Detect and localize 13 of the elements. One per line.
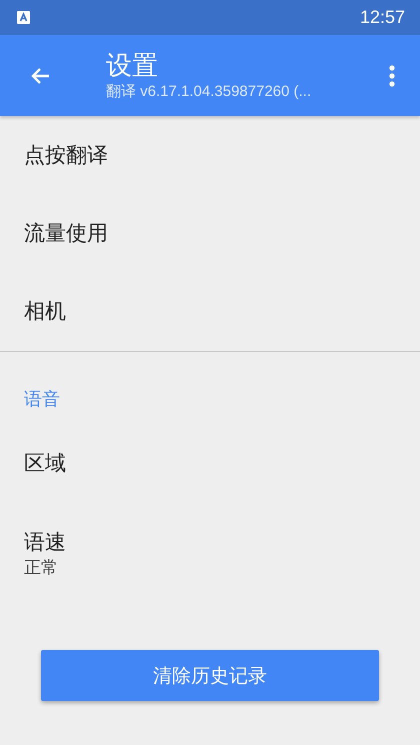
app-notification-icon [17, 11, 30, 24]
app-version: 翻译 v6.17.1.04.359877260 (... [106, 82, 312, 102]
screen-title: 设置 [106, 50, 158, 82]
setting-item[interactable]: 区域 [24, 449, 420, 477]
overflow-menu-icon[interactable] [389, 64, 395, 86]
status-time: 12:57 [360, 7, 405, 28]
clear-history-button[interactable]: 清除历史记录 [41, 650, 379, 701]
setting-item[interactable]: 语速 [24, 528, 420, 556]
setting-item[interactable]: 流量使用 [24, 219, 420, 247]
setting-item[interactable]: 点按翻译 [24, 141, 420, 169]
section-header: 语音 [23, 388, 61, 412]
setting-value: 正常 [24, 557, 59, 580]
setting-item[interactable]: 相机 [24, 297, 420, 325]
